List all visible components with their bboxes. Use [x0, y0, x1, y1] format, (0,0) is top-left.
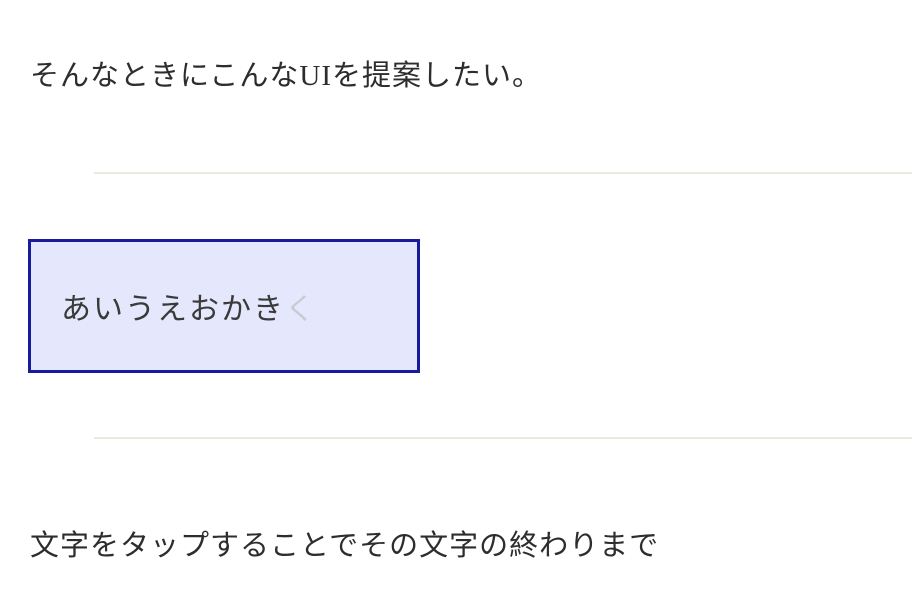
text-faded: く — [285, 293, 317, 326]
intro-paragraph: そんなときにこんなUIを提案したい。 — [30, 52, 542, 94]
divider-bottom — [94, 437, 912, 439]
description-paragraph: 文字をタップすることでその文字の終わりまで — [30, 522, 912, 564]
text-input-demo[interactable]: あいうえおかきく — [28, 239, 420, 373]
input-value: あいうえおかきく — [61, 284, 317, 328]
divider-top — [94, 172, 912, 174]
text-visible: あいうえおかき — [61, 293, 285, 326]
